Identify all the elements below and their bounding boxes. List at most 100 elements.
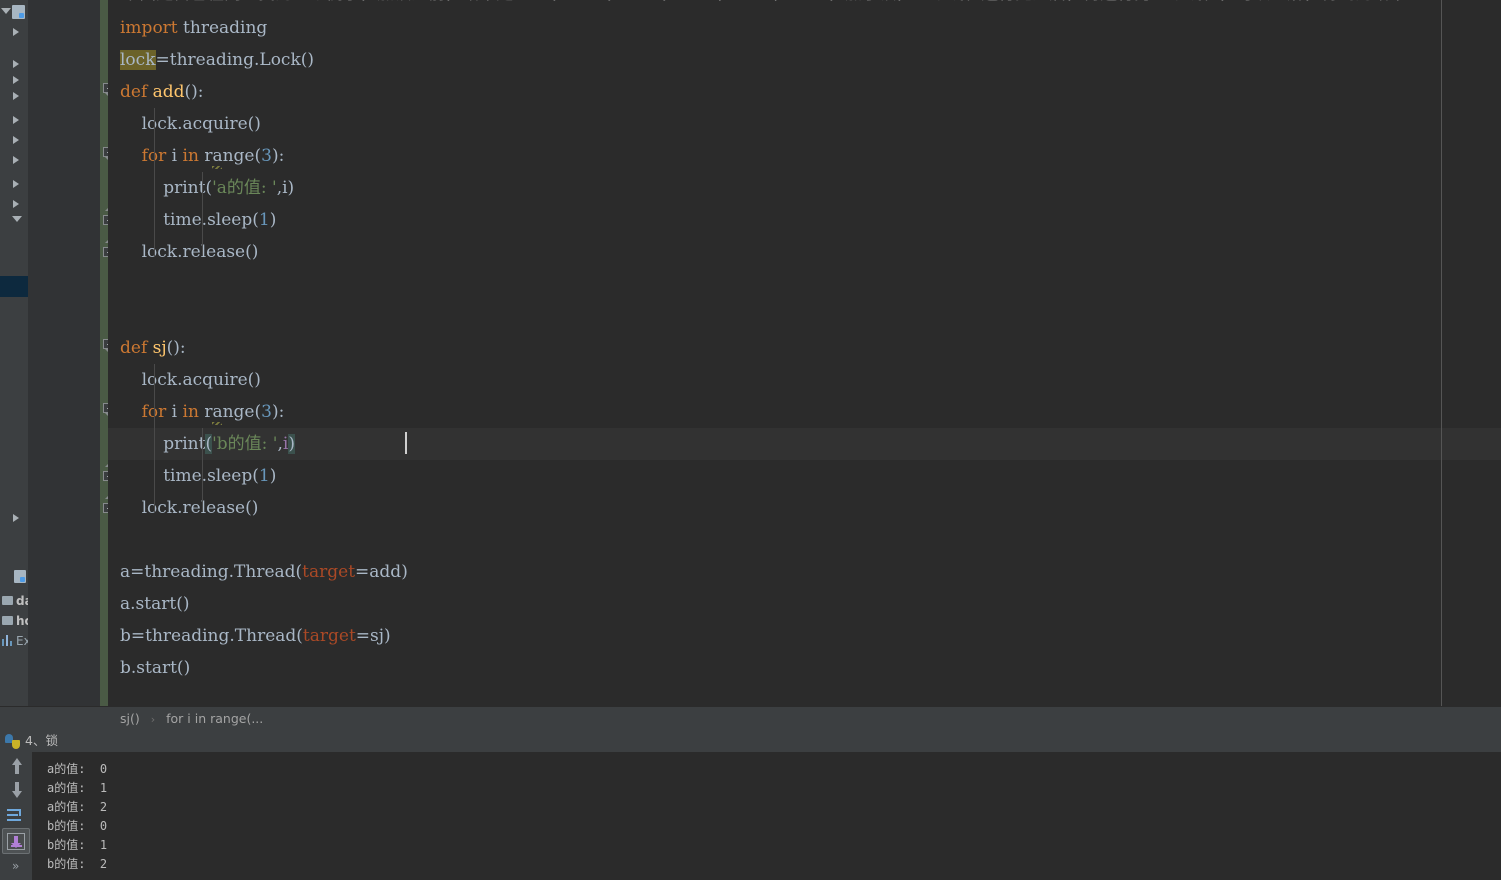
code-token: add	[152, 82, 185, 102]
tree-expand-arrow-icon[interactable]	[13, 92, 19, 100]
code-token: =threading.Lock()	[155, 50, 315, 70]
scroll-to-end-button[interactable]	[4, 830, 28, 854]
tree-expand-arrow-icon[interactable]	[13, 156, 19, 164]
code-token: target	[302, 562, 356, 582]
code-line[interactable]: print('a的值: ',i)	[108, 172, 1501, 204]
code-token: ):	[271, 146, 285, 166]
left-panel-item-2[interactable]: Ex	[0, 634, 28, 654]
code-line[interactable]: a.start()	[108, 588, 1501, 620]
scroll-up-button[interactable]	[4, 754, 28, 778]
breadcrumb-separator-icon: ›	[150, 713, 156, 726]
code-token: range(	[198, 146, 262, 166]
tree-selected-row[interactable]	[0, 276, 28, 297]
tree-expand-arrow-icon[interactable]	[13, 116, 19, 124]
code-line[interactable]: lock.release()	[108, 236, 1501, 268]
code-token: def	[120, 338, 153, 358]
code-token: ():	[166, 338, 186, 358]
console-line: b的值: 2	[47, 857, 108, 871]
scroll-down-button[interactable]	[4, 778, 28, 802]
code-token: sj	[152, 338, 167, 358]
tree-expand-arrow-icon[interactable]	[13, 136, 19, 144]
collapse-all-arrow-icon[interactable]	[1, 8, 11, 14]
tree-expand-arrow-icon[interactable]	[13, 180, 19, 188]
code-token: print	[120, 434, 206, 454]
code-token: lock.acquire()	[120, 370, 261, 390]
code-token: threading	[177, 18, 268, 38]
code-line[interactable]: for i in range(3):	[108, 140, 1501, 172]
code-line[interactable]: time.sleep(1)	[108, 204, 1501, 236]
breadcrumb-item-0[interactable]: sj()	[120, 711, 140, 726]
tree-expand-arrow-icon[interactable]	[13, 200, 19, 208]
module-icon[interactable]	[14, 570, 26, 583]
code-token: =add)	[355, 562, 408, 582]
code-token: )	[288, 434, 295, 454]
code-line[interactable]	[108, 524, 1501, 556]
tree-expand-arrow-icon[interactable]	[13, 60, 19, 68]
code-line[interactable]: def add():	[108, 76, 1501, 108]
tree-expand-arrow-icon[interactable]	[13, 28, 19, 36]
run-tab-label: 4、锁	[25, 733, 58, 748]
code-token: )	[269, 466, 277, 486]
chevron-double-right-icon: »	[12, 859, 19, 873]
code-token: import	[120, 18, 178, 38]
code-token: 1	[258, 210, 270, 230]
tree-collapse-arrow-icon[interactable]	[12, 216, 22, 222]
code-token: in	[182, 146, 199, 166]
code-token: ():	[184, 82, 204, 102]
code-line[interactable]: b.start()	[108, 652, 1501, 684]
editor-gutter[interactable]	[28, 0, 100, 706]
code-line[interactable]	[108, 268, 1501, 300]
code-token: def	[120, 82, 153, 102]
code-token: i	[166, 146, 183, 166]
code-line[interactable]: b=threading.Thread(target=sj)	[108, 620, 1501, 652]
left-panel-item-1[interactable]: ho	[0, 614, 28, 634]
code-line[interactable]: lock.release()	[108, 492, 1501, 524]
run-tab-header[interactable]: 4、锁	[0, 730, 1501, 752]
code-line[interactable]: lock.acquire()	[108, 108, 1501, 140]
soft-wrap-button[interactable]	[4, 804, 28, 828]
folder-icon	[2, 616, 13, 625]
code-token: print(	[120, 178, 213, 198]
python-icon	[5, 734, 20, 749]
code-line[interactable]: a=threading.Thread(target=add)	[108, 556, 1501, 588]
code-token: time.sleep(	[120, 466, 259, 486]
console-output[interactable]: a的值: 0 a的值: 1 a的值: 2 b的值: 0 b的值: 1 b的值: 2	[32, 752, 1501, 880]
inspection-squiggle	[212, 166, 222, 169]
code-token: 'a的值: '	[212, 178, 277, 198]
breadcrumb-bar[interactable]: sj() › for i in range(...	[0, 706, 1501, 731]
console-line: a的值: 2	[47, 800, 108, 814]
left-tool-panel[interactable]: da ho Ex	[0, 0, 29, 706]
more-options-button[interactable]: »	[4, 856, 28, 880]
partial-comment-line: #下面是自己在网上找的一个例子，加锁之前，结果是a：0，a：1，a：2，b：0，…	[108, 0, 1501, 8]
tree-expand-arrow-icon[interactable]	[13, 514, 19, 522]
code-token: lock	[120, 50, 156, 70]
code-token: i	[166, 402, 183, 422]
code-line[interactable]	[108, 300, 1501, 332]
code-line[interactable]: lock=threading.Lock()	[108, 44, 1501, 76]
left-panel-item-label: Ex	[16, 634, 28, 648]
code-line[interactable]: lock.acquire()	[108, 364, 1501, 396]
indent-guide	[202, 172, 203, 256]
code-token: 1	[258, 466, 270, 486]
left-panel-item-0[interactable]: da	[0, 594, 28, 614]
code-token: a.start()	[120, 594, 190, 614]
code-token: b=threading.Thread(	[120, 626, 303, 646]
code-line[interactable]: print('b的值: ',i)	[108, 428, 1501, 460]
python-file-icon[interactable]	[12, 5, 25, 19]
console-toolbar[interactable]: »	[0, 752, 32, 880]
code-line[interactable]: def sj():	[108, 332, 1501, 364]
code-token: ,i)	[276, 178, 295, 198]
run-tool-window: 4、锁 » a的值: 0 a的值: 1 a的值: 2 b的值: 0 b的值: 1…	[0, 730, 1501, 880]
code-line[interactable]: for i in range(3):	[108, 396, 1501, 428]
folder-icon	[2, 596, 13, 605]
code-token: 'b的值: '	[212, 434, 278, 454]
code-token: )	[269, 210, 277, 230]
code-editor[interactable]: #下面是自己在网上找的一个例子，加锁之前，结果是a：0，a：1，a：2，b：0，…	[108, 0, 1501, 706]
console-line: b的值: 1	[47, 838, 108, 852]
code-line[interactable]: import threading	[108, 12, 1501, 44]
code-line[interactable]: time.sleep(1)	[108, 460, 1501, 492]
breadcrumb-item-1[interactable]: for i in range(...	[166, 711, 263, 726]
tree-expand-arrow-icon[interactable]	[13, 76, 19, 84]
arrow-up-icon	[12, 758, 22, 774]
